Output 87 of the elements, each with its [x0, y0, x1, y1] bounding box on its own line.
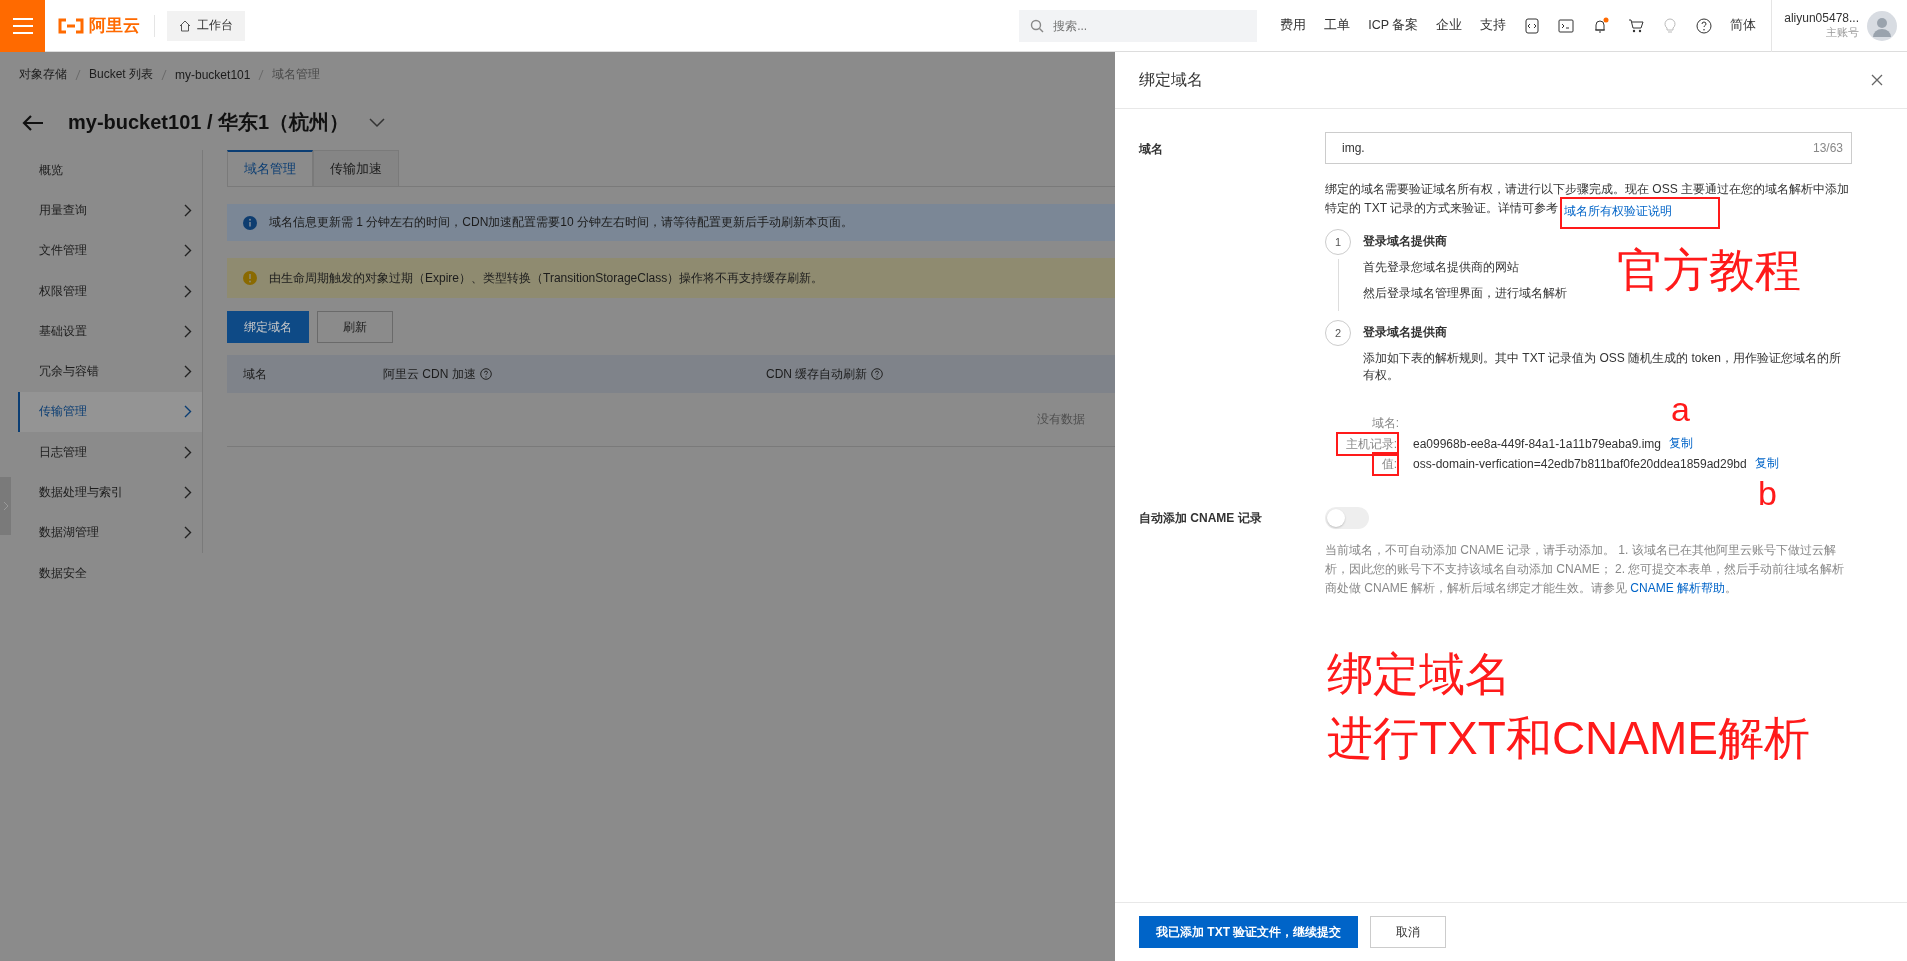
breadcrumb-separator-icon	[161, 68, 168, 81]
toggle-switch[interactable]	[1325, 507, 1369, 529]
sidebar-item[interactable]: 数据安全	[18, 552, 202, 594]
help-icon[interactable]	[1696, 17, 1713, 34]
record-value: oss-domain-verfication=42edb7b811baf0fe20ddea1859ad29bd	[1413, 456, 1747, 471]
breadcrumb-link[interactable]: Bucket 列表	[89, 66, 154, 83]
sidebar-item[interactable]: 文件管理	[18, 230, 202, 271]
menu-icon	[12, 17, 33, 34]
tab[interactable]: 域名管理	[227, 150, 313, 186]
step-title: 登录域名提供商	[1363, 233, 1448, 250]
chevron-right-icon	[2, 501, 9, 511]
copy-link[interactable]: 复制	[1754, 455, 1779, 472]
sidebar-item[interactable]: 概览	[18, 150, 202, 191]
cart-icon[interactable]	[1628, 17, 1645, 34]
cname-help-link[interactable]: CNAME 解析帮助	[1630, 581, 1725, 595]
nav-link[interactable]: 工单	[1324, 17, 1351, 34]
description-text: 绑定的域名需要验证域名所有权，请进行以下步骤完成。现在 OSS 主要通过在您的域名解析中添加特定的 TXT 记录的方式来验证。详情可参考 域名所有权验证说明	[1325, 180, 1852, 229]
menu-button[interactable]	[0, 0, 45, 52]
step-text: 然后登录域名管理界面，进行域名解析	[1363, 285, 1567, 302]
home-icon	[179, 19, 191, 32]
language-link[interactable]: 简体	[1730, 17, 1757, 34]
page-title: my-bucket101 / 华东1（杭州）	[68, 110, 350, 135]
record-value: ea09968b-ee8a-449f-84a1-1a11b79eaba9.img	[1413, 436, 1661, 451]
step-text: 添加如下表的解析规则。其中 TXT 记录值为 OSS 随机生成的 token，用作验证您域名的所有权。	[1363, 350, 1842, 384]
sidebar-item[interactable]: 冗余与容错	[18, 351, 202, 392]
breadcrumb-separator-icon	[75, 68, 81, 81]
character-count: 13/63	[1812, 141, 1843, 155]
sidebar-item[interactable]: 数据湖管理	[18, 512, 202, 553]
annotation-text: a	[1671, 392, 1690, 426]
action-button[interactable]: 绑定域名	[227, 311, 309, 343]
sidebar-item[interactable]: 传输管理	[18, 391, 202, 433]
sidebar-item[interactable]: 权限管理	[18, 270, 202, 312]
nav-link[interactable]: 企业	[1436, 17, 1463, 34]
warning-icon	[243, 271, 257, 285]
sidebar-item[interactable]: 基础设置	[18, 311, 202, 352]
column-header: 阿里云 CDN 加速	[383, 365, 766, 383]
code-icon[interactable]	[1524, 17, 1541, 34]
avatar-icon[interactable]	[1867, 10, 1897, 41]
user-role: 主账号	[1826, 25, 1859, 40]
sidebar-item[interactable]: 用量查询	[18, 190, 202, 231]
annotation-text: 官方教程	[1617, 247, 1801, 293]
footer-button[interactable]: 取消	[1370, 916, 1447, 948]
terminal-icon[interactable]	[1558, 17, 1575, 34]
step-title: 登录域名提供商	[1363, 324, 1448, 341]
field-label: 域名	[1139, 141, 1164, 158]
bell-icon[interactable]	[1592, 16, 1611, 35]
breadcrumb-link[interactable]: 域名管理	[272, 66, 321, 83]
info-icon	[243, 215, 257, 230]
workbench-button[interactable]: 工作台	[167, 10, 245, 41]
step-text: 首先登录您域名提供商的网站	[1363, 259, 1520, 276]
sidebar-item[interactable]: 数据处理与索引	[18, 472, 202, 513]
logo-icon	[57, 17, 85, 34]
alert-text: 域名信息更新需 1 分钟左右的时间，CDN加速配置需要10 分钟左右时间，请等待配置更新后手动刷新本页面。	[269, 214, 854, 231]
record-label: 值:	[1381, 456, 1397, 471]
help-icon[interactable]	[871, 368, 884, 380]
tab[interactable]: 传输加速	[313, 150, 399, 186]
user-name[interactable]: aliyun05478...	[1784, 11, 1859, 25]
search-field[interactable]: 搜索...	[1019, 9, 1258, 42]
annotation-text: 进行TXT和CNAME解析	[1327, 711, 1811, 766]
help-icon[interactable]	[479, 368, 492, 380]
collapse-handle[interactable]	[0, 477, 11, 535]
annotation-text: 绑定域名	[1327, 647, 1512, 702]
logo-text[interactable]: 阿里云	[89, 14, 140, 37]
drawer-title: 绑定域名	[1139, 69, 1203, 90]
back-arrow-icon[interactable]	[22, 113, 44, 132]
chevron-down-icon[interactable]	[369, 117, 386, 128]
nav-link[interactable]: 费用	[1280, 17, 1307, 34]
field-label: 自动添加 CNAME 记录	[1139, 510, 1263, 527]
copy-link[interactable]: 复制	[1669, 435, 1693, 452]
sidebar-item[interactable]: 日志管理	[18, 432, 202, 473]
ownership-guide-link[interactable]: 域名所有权验证说明	[1564, 204, 1673, 218]
breadcrumb-link[interactable]: my-bucket101	[175, 67, 251, 82]
annotation-text: b	[1758, 476, 1777, 510]
action-button[interactable]: 刷新	[317, 311, 393, 343]
nav-link[interactable]: 支持	[1480, 17, 1507, 34]
record-label: 主机记录:	[1345, 436, 1397, 451]
alert-text: 由生命周期触发的对象过期（Expire）、类型转换（TransitionStorageClass）操作将不再支持缓存刷新。	[269, 269, 824, 287]
breadcrumb-link[interactable]: 对象存储	[19, 66, 67, 83]
cname-help-text: 当前域名，不可自动添加 CNAME 记录，请手动添加。 1. 该域名已在其他阿里云账号下做过云解析，因此您的账号下不支持该域名自动添加 CNAME； 2. 您可提交本表单，然后手动前往域名解析商处做 CNAME 解析，解析后域名绑定才能生效。请参见 CNAME 解析帮助。	[1325, 542, 1846, 597]
nav-link[interactable]: ICP 备案	[1368, 17, 1419, 34]
column-header: 域名	[242, 365, 268, 383]
record-label: 域名:	[1371, 415, 1399, 432]
footer-button[interactable]: 我已添加 TXT 验证文件，继续提交	[1139, 916, 1359, 948]
search-icon	[1030, 18, 1045, 33]
column-header: CDN 缓存自动刷新	[766, 365, 884, 383]
close-icon[interactable]	[1871, 74, 1883, 86]
breadcrumb-separator-icon	[258, 68, 265, 81]
